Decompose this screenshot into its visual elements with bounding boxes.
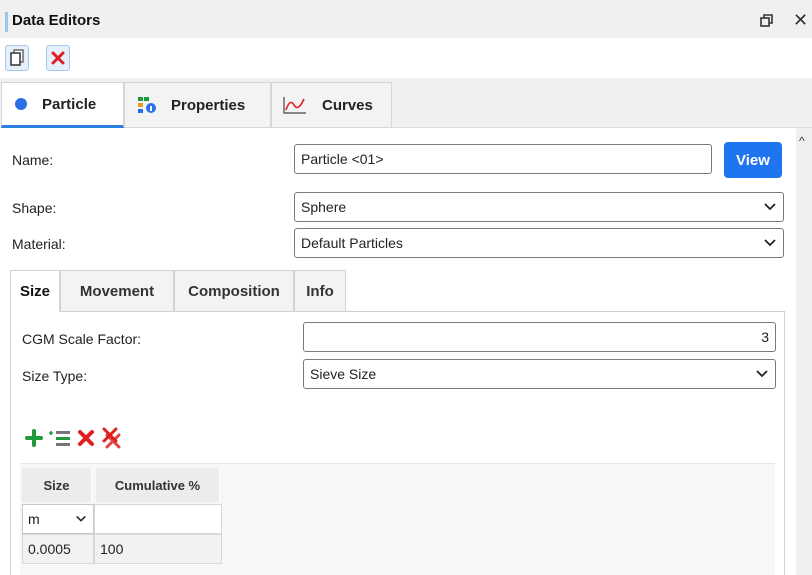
table-cell-size[interactable]: 0.0005 [22, 534, 94, 564]
duplicate-button[interactable] [5, 45, 29, 71]
name-input[interactable]: Particle <01> [294, 144, 712, 174]
cgm-scale-label: CGM Scale Factor: [22, 331, 142, 347]
delete-x-icon [51, 51, 65, 65]
material-label: Material: [12, 236, 66, 252]
tab-curves[interactable]: Curves [271, 82, 392, 128]
scroll-up-icon[interactable]: ^ [799, 134, 805, 148]
delete-row-icon[interactable] [76, 428, 96, 448]
chevron-down-icon [76, 515, 86, 522]
tab-movement[interactable]: Movement [60, 270, 174, 312]
unit-cell-empty [94, 504, 222, 534]
blue-circle-icon [14, 97, 28, 111]
vertical-scrollbar[interactable]: ^ [796, 128, 812, 575]
sub-tab-bar: Size Movement Composition Info [10, 270, 785, 312]
particle-editor-panel: Name: Particle <01> View Shape: Sphere M… [0, 128, 796, 575]
size-distribution-grid: Size Cumulative % m 0.0005 100 [20, 463, 775, 575]
grid-toolbar [24, 426, 122, 450]
chevron-down-icon [764, 203, 776, 211]
delete-button[interactable] [46, 45, 70, 71]
shape-select[interactable]: Sphere [294, 192, 784, 222]
cgm-scale-input[interactable]: 3 [303, 322, 776, 352]
restore-window-icon[interactable] [760, 14, 774, 28]
material-select[interactable]: Default Particles [294, 228, 784, 258]
size-type-label: Size Type: [22, 368, 88, 384]
name-label: Name: [12, 152, 54, 168]
title-accent [5, 12, 8, 32]
tab-properties[interactable]: Properties [124, 82, 271, 128]
view-button[interactable]: View [724, 142, 782, 178]
editor-toolbar [0, 38, 812, 78]
close-window-icon[interactable]: ✕ [793, 11, 808, 29]
column-header-size[interactable]: Size [22, 468, 92, 502]
copy-icon [10, 49, 24, 66]
insert-row-icon[interactable] [48, 428, 72, 448]
tab-info[interactable]: Info [294, 270, 346, 312]
size-type-select[interactable]: Sieve Size [303, 359, 776, 389]
chevron-down-icon [764, 239, 776, 247]
main-tab-bar: Particle Properties Curves [0, 82, 812, 128]
unit-select[interactable]: m [22, 504, 94, 534]
cgm-scale-value: 3 [761, 329, 769, 345]
curve-chart-icon [282, 95, 308, 115]
tab-properties-label: Properties [171, 96, 246, 114]
properties-icon [137, 96, 157, 114]
tab-particle[interactable]: Particle [1, 82, 124, 128]
title-bar: Data Editors ✕ [0, 0, 812, 38]
shape-label: Shape: [12, 200, 57, 216]
name-input-value: Particle <01> [301, 151, 384, 167]
shape-select-value: Sphere [301, 199, 347, 215]
column-header-cumulative[interactable]: Cumulative % [96, 468, 220, 502]
size-type-value: Sieve Size [310, 366, 377, 382]
unit-value: m [28, 511, 40, 527]
delete-all-rows-icon[interactable] [100, 427, 122, 449]
material-select-value: Default Particles [301, 235, 403, 251]
window-title: Data Editors [12, 12, 101, 29]
table-cell-cumulative[interactable]: 100 [94, 534, 222, 564]
add-row-icon[interactable] [24, 428, 44, 448]
chevron-down-icon [756, 370, 768, 378]
tab-curves-label: Curves [322, 96, 373, 114]
tab-size[interactable]: Size [10, 270, 60, 312]
tab-particle-label: Particle [42, 95, 97, 113]
tab-composition[interactable]: Composition [174, 270, 294, 312]
